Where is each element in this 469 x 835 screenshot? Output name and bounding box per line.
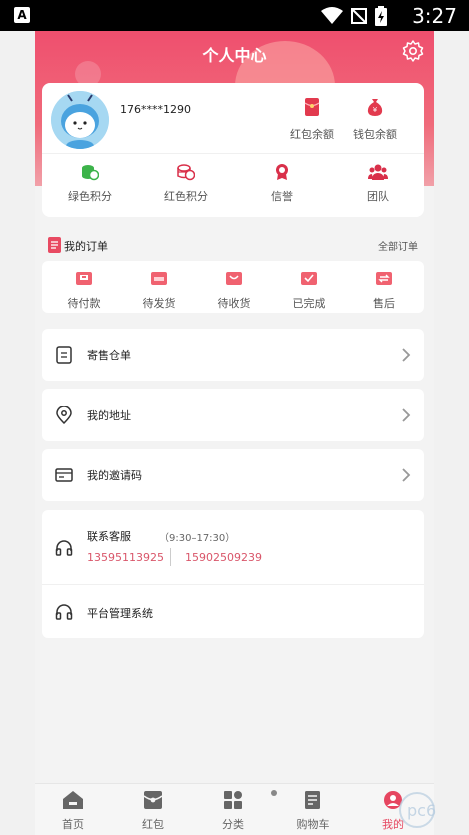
order-after-sale-label: 售后 [373, 297, 395, 310]
cart-icon [305, 791, 320, 809]
green-coins-icon [82, 165, 100, 181]
tab-red-envelope[interactable]: 红包 [123, 790, 183, 832]
category-grid-icon [224, 791, 242, 809]
contact-service-label: 联系客服 [87, 530, 131, 543]
settings-gear-icon[interactable] [401, 39, 425, 63]
clock: 3:27 [412, 4, 457, 28]
tab-category-label: 分类 [222, 818, 244, 831]
order-pending-receipt[interactable]: 待收货 [204, 270, 264, 311]
notification-a-icon: A [14, 7, 30, 23]
page-title: 个人中心 [202, 46, 267, 65]
tab-red-envelope-label: 红包 [142, 818, 164, 831]
orders-header: 我的订单 全部订单 [48, 236, 418, 256]
service-card: 联系客服 （9:30–17:30） 13595113925 1590250923… [42, 510, 424, 638]
red-coins-icon [177, 164, 196, 181]
wallet-balance[interactable]: ¥ 钱包余额 [345, 97, 405, 142]
status-bar: A 3:27 [0, 0, 469, 31]
tab-home[interactable]: 首页 [43, 790, 103, 832]
order-after-sale[interactable]: 售后 [354, 270, 414, 311]
wallet-balance-label: 钱包余额 [353, 128, 397, 141]
app-screen: 个人中心 176****1290 红包余额 ¥ 钱包余额 绿色积分 红色积分 信… [35, 31, 434, 835]
svg-text:¥: ¥ [373, 106, 378, 114]
order-list-icon [48, 237, 61, 253]
red-envelope-balance-label: 红包余额 [290, 128, 334, 141]
menu-consignment-warehouse[interactable]: 寄售仓单 [42, 329, 424, 381]
order-completed[interactable]: 已完成 [279, 270, 339, 311]
money-bag-icon: ¥ [367, 99, 383, 116]
system-icons [321, 6, 387, 26]
check-done-icon [301, 272, 317, 285]
menu-my-address[interactable]: 我的地址 [42, 389, 424, 441]
medal-icon [276, 164, 288, 180]
user-phone: 176****1290 [120, 103, 191, 116]
cartoon-avatar-icon [51, 91, 109, 149]
red-envelope-tab-icon [143, 791, 163, 809]
bottom-tab-bar: 首页 红包 分类 购物车 我的 [35, 783, 434, 835]
order-pending-receipt-label: 待收货 [217, 297, 251, 310]
red-envelope-icon [304, 98, 320, 116]
chevron-right-icon [402, 408, 411, 422]
service-phone-1[interactable]: 13595113925 [87, 551, 164, 564]
phone-separator [170, 548, 171, 566]
reputation-label: 信誉 [271, 190, 293, 203]
home-icon [63, 791, 83, 809]
chevron-right-icon [402, 468, 411, 482]
divider [42, 153, 424, 154]
team-label: 团队 [367, 190, 389, 203]
red-points-label: 红色积分 [164, 190, 208, 203]
profile-card: 176****1290 红包余额 ¥ 钱包余额 绿色积分 红色积分 信誉 团队 [42, 83, 424, 217]
order-pending-shipment[interactable]: 待发货 [129, 270, 189, 311]
orders-card: 待付款 待发货 待收货 已完成 售后 [42, 261, 424, 313]
green-points[interactable]: 绿色积分 [50, 163, 130, 204]
box-ship-icon [151, 272, 167, 285]
team-icon [368, 164, 388, 180]
no-signal-icon [351, 8, 367, 24]
svg-text:pc6: pc6 [407, 801, 436, 820]
menu-invite-code[interactable]: 我的邀请码 [42, 449, 424, 501]
document-icon [56, 346, 72, 364]
team[interactable]: 团队 [338, 163, 418, 204]
tab-category[interactable]: 分类 [203, 790, 263, 832]
card-icon [55, 468, 73, 482]
menu-my-address-label: 我的地址 [87, 409, 131, 422]
service-hours: （9:30–17:30） [159, 533, 236, 544]
order-pending-payment-label: 待付款 [67, 297, 101, 310]
tab-cart-label: 购物车 [296, 818, 330, 831]
headphone-icon [55, 540, 73, 556]
all-orders-link[interactable]: 全部订单 [378, 238, 418, 253]
wifi-icon [321, 7, 343, 24]
avatar[interactable] [51, 91, 109, 149]
red-points[interactable]: 红色积分 [146, 163, 226, 204]
green-points-label: 绿色积分 [68, 190, 112, 203]
wallet-pay-icon [76, 272, 92, 285]
red-envelope-balance[interactable]: 红包余额 [282, 97, 342, 142]
pc6-watermark-logo: pc6 [399, 792, 436, 828]
orders-title: 我的订单 [64, 240, 108, 253]
service-phone-2[interactable]: 15902509239 [185, 551, 262, 564]
divider [42, 584, 424, 585]
menu-invite-code-label: 我的邀请码 [87, 469, 142, 482]
menu-consignment-warehouse-label: 寄售仓单 [87, 349, 131, 362]
order-pending-payment[interactable]: 待付款 [54, 270, 114, 311]
tab-cart[interactable]: 购物车 [283, 790, 343, 832]
location-pin-icon [56, 406, 72, 424]
tab-home-label: 首页 [62, 818, 84, 831]
package-receive-icon [226, 272, 242, 285]
reputation[interactable]: 信誉 [242, 163, 322, 204]
order-completed-label: 已完成 [292, 297, 326, 310]
chevron-right-icon [402, 348, 411, 362]
notification-dot [271, 790, 277, 796]
headphone-icon [55, 604, 73, 620]
platform-admin-link[interactable]: 平台管理系统 [87, 605, 153, 621]
after-sale-icon [376, 272, 392, 285]
order-pending-shipment-label: 待发货 [142, 297, 176, 310]
battery-charging-icon [375, 6, 387, 26]
